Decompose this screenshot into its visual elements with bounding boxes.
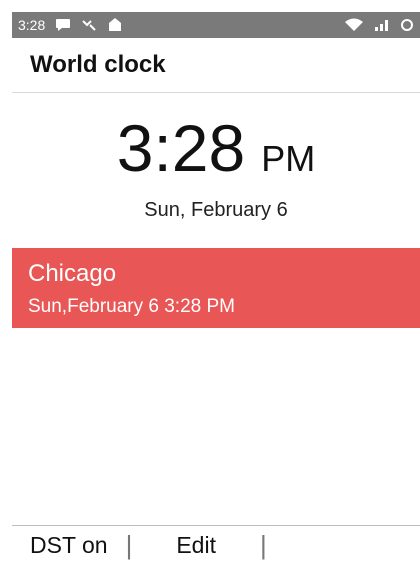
message-icon [55,18,71,32]
edit-button[interactable]: Edit [132,532,260,559]
app-header: World clock [12,38,420,93]
status-time: 3:28 [18,17,46,33]
missed-call-icon [81,18,97,32]
list-item-chicago[interactable]: Chicago Sun,February 6 3:28 PM [12,248,420,328]
clock-date: Sun, February 6 [144,199,288,221]
status-left: 3:28 [12,17,123,33]
notification-icon [107,18,123,32]
separator: | [125,530,133,560]
signal-icon [374,18,390,32]
separator: | [259,530,267,560]
clock-ampm: PM [261,138,316,179]
status-bar: 3:28 [12,12,420,38]
alarm-icon [400,18,414,32]
city-datetime: Sun,February 6 3:28 PM [28,296,235,317]
dst-on-button[interactable]: DST on [12,532,126,559]
bottom-bar: DST on | Edit | [12,525,420,565]
page-title: World clock [30,51,166,78]
wifi-icon [344,18,364,32]
main-clock: 3:28 PM Sun, February 6 [12,115,420,222]
clock-time-row: 3:28 PM [12,115,420,181]
city-name: Chicago [28,260,117,287]
status-right [344,18,420,32]
clock-time: 3:28 [116,111,246,185]
